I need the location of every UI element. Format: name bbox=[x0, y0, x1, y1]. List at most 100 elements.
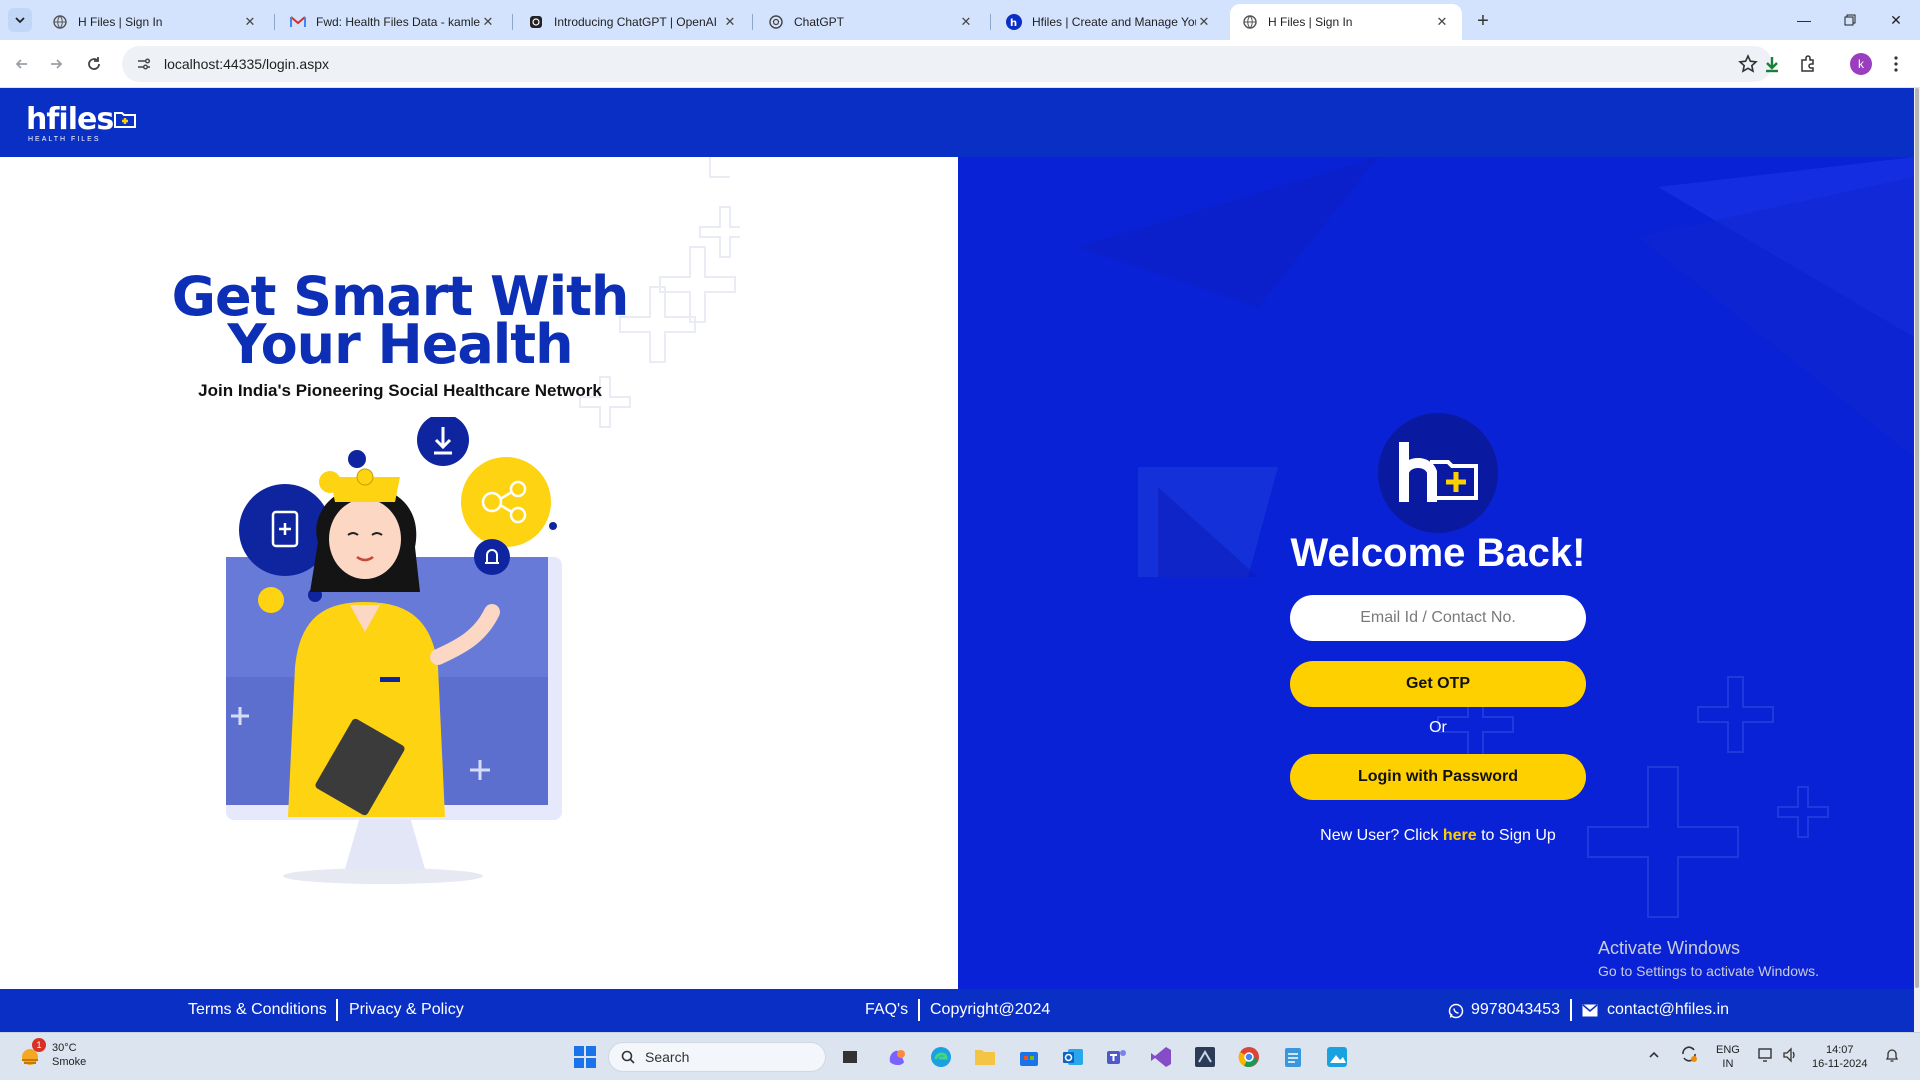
arrow-left-icon bbox=[15, 59, 27, 69]
close-icon[interactable]: ✕ bbox=[722, 14, 738, 30]
chevron-up-icon bbox=[1649, 1051, 1659, 1058]
tab-title: Hfiles | Create and Manage Your bbox=[1032, 15, 1196, 29]
tab-chatgpt[interactable]: ChatGPT ✕ bbox=[756, 4, 986, 40]
phone-link[interactable]: 9978043453 bbox=[1471, 1001, 1560, 1019]
minimize-button[interactable]: — bbox=[1786, 6, 1822, 34]
clock-date: 16-11-2024 bbox=[1812, 1058, 1868, 1070]
gmail-icon bbox=[290, 14, 306, 30]
signup-prefix: New User? Click bbox=[1320, 827, 1443, 844]
web-page: hfiles HEALTH FILES Get Smart With Your … bbox=[0, 88, 1920, 1032]
weather-alert-badge: 1 bbox=[32, 1038, 46, 1052]
tab-gmail[interactable]: Fwd: Health Files Data - kamlesh ✕ bbox=[278, 4, 508, 40]
hfiles-logo[interactable]: hfiles HEALTH FILES bbox=[26, 102, 136, 144]
site-info-icon[interactable] bbox=[136, 56, 152, 72]
show-hidden-icons-button[interactable] bbox=[1648, 1049, 1660, 1065]
signup-link[interactable]: here bbox=[1443, 827, 1477, 844]
region-code: IN bbox=[1722, 1058, 1734, 1070]
copilot-button[interactable] bbox=[882, 1042, 912, 1072]
globe-icon bbox=[52, 14, 68, 30]
footer-divider bbox=[918, 999, 920, 1021]
chatgpt-icon bbox=[768, 14, 784, 30]
edge-button[interactable] bbox=[926, 1042, 956, 1072]
photos-icon bbox=[1327, 1047, 1347, 1067]
visual-studio-button[interactable] bbox=[1146, 1042, 1176, 1072]
footer-divider bbox=[1570, 999, 1572, 1021]
get-otp-button[interactable]: Get OTP bbox=[1290, 661, 1586, 707]
hero-title-line2: Your Health bbox=[227, 313, 573, 376]
address-bar[interactable]: localhost:44335/login.aspx bbox=[122, 46, 1772, 82]
browser-menu-button[interactable] bbox=[1884, 52, 1908, 76]
close-icon[interactable]: ✕ bbox=[480, 14, 496, 30]
openai-icon bbox=[528, 14, 544, 30]
new-tab-button[interactable]: + bbox=[1470, 8, 1496, 34]
chrome-button[interactable] bbox=[1234, 1042, 1264, 1072]
hfiles-favicon: h bbox=[1006, 14, 1022, 30]
taskbar-search[interactable]: Search bbox=[608, 1042, 826, 1072]
hero-subtitle: Join India's Pioneering Social Healthcar… bbox=[198, 381, 602, 400]
tab-openai[interactable]: Introducing ChatGPT | OpenAI ✕ bbox=[516, 4, 750, 40]
clock[interactable]: 14:07 16-11-2024 bbox=[1812, 1043, 1867, 1071]
chrome-icon bbox=[1238, 1047, 1259, 1067]
close-icon[interactable]: ✕ bbox=[1434, 14, 1450, 30]
ssms-button[interactable] bbox=[1190, 1042, 1220, 1072]
tab-title: Fwd: Health Files Data - kamlesh bbox=[316, 15, 480, 29]
back-button[interactable] bbox=[8, 50, 36, 78]
restore-button[interactable] bbox=[1832, 6, 1868, 34]
tab-search-button[interactable] bbox=[8, 8, 32, 32]
teams-icon bbox=[1107, 1050, 1126, 1064]
language-code: ENG bbox=[1716, 1044, 1740, 1056]
teams-button[interactable] bbox=[1102, 1042, 1132, 1072]
profile-avatar[interactable]: k bbox=[1850, 53, 1872, 75]
hfiles-login-logo bbox=[1378, 413, 1498, 533]
store-button[interactable] bbox=[1014, 1042, 1044, 1072]
bookmark-star-icon[interactable] bbox=[1738, 54, 1758, 74]
h-folder-plus-icon bbox=[1399, 442, 1478, 502]
url-text: localhost:44335/login.aspx bbox=[164, 56, 330, 72]
bell-icon bbox=[1885, 1049, 1899, 1062]
tab-hfiles-signin-active[interactable]: H Files | Sign In ✕ bbox=[1230, 4, 1462, 40]
download-arrow-icon bbox=[1766, 57, 1778, 73]
close-icon[interactable]: ✕ bbox=[242, 14, 258, 30]
outlook-button[interactable] bbox=[1058, 1042, 1088, 1072]
edge-icon bbox=[931, 1047, 951, 1067]
start-button[interactable] bbox=[570, 1042, 600, 1072]
extensions-button[interactable] bbox=[1796, 52, 1820, 76]
paint-button[interactable] bbox=[1322, 1042, 1352, 1072]
email-link[interactable]: contact@hfiles.in bbox=[1607, 1001, 1729, 1019]
close-window-button[interactable]: ✕ bbox=[1878, 6, 1914, 34]
reload-button[interactable] bbox=[80, 50, 108, 78]
download-button[interactable] bbox=[1760, 52, 1784, 76]
terms-link[interactable]: Terms & Conditions bbox=[188, 1001, 327, 1019]
email-contact-input[interactable] bbox=[1290, 595, 1586, 641]
tab-hfiles-create[interactable]: h Hfiles | Create and Manage Your ✕ bbox=[994, 4, 1224, 40]
weather-widget[interactable]: 1 30°C Smoke bbox=[18, 1038, 86, 1069]
close-icon[interactable]: ✕ bbox=[958, 14, 974, 30]
file-explorer-button[interactable] bbox=[970, 1042, 1000, 1072]
sync-tray-button[interactable] bbox=[1680, 1045, 1698, 1067]
task-view-icon bbox=[843, 1051, 857, 1063]
network-button[interactable] bbox=[1758, 1047, 1776, 1067]
search-icon bbox=[621, 1050, 635, 1064]
faq-link[interactable]: FAQ's bbox=[865, 1001, 908, 1019]
welcome-heading: Welcome Back! bbox=[1290, 531, 1586, 575]
page-scrollbar[interactable] bbox=[1914, 88, 1920, 1032]
site-header: hfiles HEALTH FILES bbox=[0, 88, 1914, 157]
notifications-button[interactable] bbox=[1884, 1047, 1900, 1067]
logo-subtitle: HEALTH FILES bbox=[28, 136, 101, 143]
privacy-link[interactable]: Privacy & Policy bbox=[349, 1001, 464, 1019]
task-view-button[interactable] bbox=[836, 1042, 866, 1072]
activate-title: Activate Windows bbox=[1598, 938, 1741, 958]
notepad-button[interactable] bbox=[1278, 1042, 1308, 1072]
arrow-right-icon bbox=[51, 59, 63, 69]
copyright-text: Copyright@2024 bbox=[930, 1001, 1051, 1018]
close-icon[interactable]: ✕ bbox=[1196, 14, 1212, 30]
tab-hfiles-signin-1[interactable]: H Files | Sign In ✕ bbox=[40, 4, 270, 40]
login-with-password-button[interactable]: Login with Password bbox=[1290, 754, 1586, 800]
network-icon bbox=[1758, 1048, 1772, 1062]
signup-suffix: to Sign Up bbox=[1476, 827, 1556, 844]
forward-button[interactable] bbox=[42, 50, 70, 78]
scrollbar-thumb[interactable] bbox=[1915, 88, 1919, 988]
tab-separator bbox=[512, 14, 513, 30]
volume-button[interactable] bbox=[1782, 1047, 1798, 1067]
language-indicator[interactable]: ENG IN bbox=[1716, 1043, 1740, 1071]
